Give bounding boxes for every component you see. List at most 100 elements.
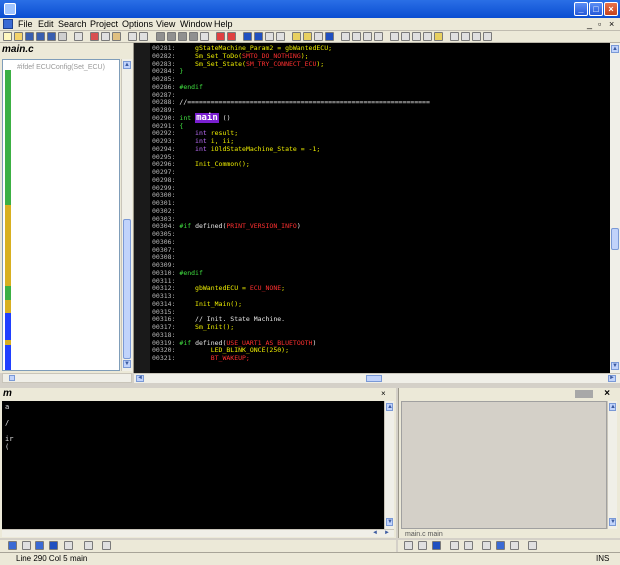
window-list-icon[interactable] bbox=[374, 32, 383, 41]
option-b-icon[interactable] bbox=[461, 32, 470, 41]
symbol-hscroll-thumb[interactable] bbox=[9, 375, 15, 381]
relation-lock-icon[interactable] bbox=[450, 541, 459, 550]
copy-icon[interactable] bbox=[101, 32, 110, 41]
browse-icon[interactable] bbox=[292, 32, 301, 41]
editor-scroll-left-icon[interactable]: ◄ bbox=[136, 375, 144, 382]
forward-arrow-icon[interactable] bbox=[254, 32, 263, 41]
menu-project[interactable]: Project bbox=[90, 18, 118, 31]
context-jump-icon[interactable] bbox=[35, 541, 44, 550]
symbol-window-icon[interactable] bbox=[401, 32, 410, 41]
menu-help[interactable]: Help bbox=[214, 18, 233, 31]
code-editor[interactable]: 00281: gStateMachine_Param2 = gbWantedEC… bbox=[134, 43, 610, 373]
menu-options[interactable]: Options bbox=[122, 18, 153, 31]
symbol-jump-icon[interactable] bbox=[227, 32, 236, 41]
relation-options-icon[interactable] bbox=[528, 541, 537, 550]
relation-pin-icon[interactable] bbox=[404, 541, 413, 550]
jump-icon[interactable] bbox=[216, 32, 225, 41]
mdi-minimize-button[interactable]: _ bbox=[587, 18, 592, 31]
maximize-button[interactable]: □ bbox=[589, 2, 603, 16]
relation-tree-icon[interactable] bbox=[464, 541, 473, 550]
reference-icon[interactable] bbox=[303, 32, 312, 41]
relation-icon[interactable] bbox=[314, 32, 323, 41]
symbol-list-scrollbar[interactable]: ▲ ▼ bbox=[121, 59, 132, 371]
prev-icon[interactable] bbox=[265, 32, 274, 41]
relation-jump-icon[interactable] bbox=[432, 541, 441, 550]
editor-hscrollbar[interactable]: ◄ ► bbox=[134, 373, 620, 383]
find-icon[interactable] bbox=[156, 32, 165, 41]
save-icon[interactable] bbox=[25, 32, 34, 41]
code-line[interactable]: 00321: BT_WAKEUP; bbox=[152, 354, 250, 362]
context-output[interactable]: a / ir( bbox=[2, 401, 384, 529]
help-icon[interactable] bbox=[434, 32, 443, 41]
find-next-icon[interactable] bbox=[167, 32, 176, 41]
project-window-icon[interactable] bbox=[390, 32, 399, 41]
scroll-down-arrow-icon[interactable]: ▼ bbox=[123, 360, 131, 368]
context-scroll-down-icon[interactable]: ▼ bbox=[386, 518, 393, 526]
symbol-list-hscroll[interactable] bbox=[2, 373, 132, 383]
relation-tab-label[interactable]: main.c main bbox=[405, 531, 443, 538]
back-arrow-icon[interactable] bbox=[243, 32, 252, 41]
context-vscrollbar[interactable]: ▲ ▼ bbox=[384, 401, 394, 529]
relation-window-icon[interactable] bbox=[423, 32, 432, 41]
window-cascade-icon[interactable] bbox=[363, 32, 372, 41]
menu-window[interactable]: Window bbox=[180, 18, 212, 31]
close-file-icon[interactable] bbox=[47, 32, 56, 41]
toggle-bookmark-icon[interactable] bbox=[200, 32, 209, 41]
window-tile-icon[interactable] bbox=[341, 32, 350, 41]
relation-list-icon[interactable] bbox=[482, 541, 491, 550]
context-scroll-right-icon[interactable]: ► bbox=[384, 530, 392, 537]
save-all-icon[interactable] bbox=[36, 32, 45, 41]
close-button[interactable]: × bbox=[604, 2, 618, 16]
relation-scroll-up-icon[interactable]: ▲ bbox=[609, 403, 616, 411]
editor-scroll-thumb[interactable] bbox=[611, 228, 619, 250]
option-a-icon[interactable] bbox=[450, 32, 459, 41]
context-sync-icon[interactable] bbox=[49, 541, 58, 550]
symbol-list-item[interactable]: #ifdef ECUConfig(Set_ECU) bbox=[17, 64, 105, 71]
cut-icon[interactable] bbox=[90, 32, 99, 41]
context-font-icon[interactable] bbox=[64, 541, 73, 550]
relation-copy-icon[interactable] bbox=[418, 541, 427, 550]
relation-scroll-down-icon[interactable]: ▼ bbox=[609, 518, 616, 526]
replace-icon[interactable] bbox=[189, 32, 198, 41]
print-setup-icon[interactable] bbox=[74, 32, 83, 41]
symbol-list-scroll-thumb[interactable] bbox=[123, 219, 131, 359]
editor-scroll-up-icon[interactable]: ▲ bbox=[611, 45, 619, 53]
context-copy-icon[interactable] bbox=[22, 541, 31, 550]
redo-icon[interactable] bbox=[139, 32, 148, 41]
editor-vscrollbar[interactable]: ▲ ▼ bbox=[610, 43, 620, 373]
option-d-icon[interactable] bbox=[483, 32, 492, 41]
context-panel-close-icon[interactable]: × bbox=[381, 390, 391, 398]
context-scroll-up-icon[interactable]: ▲ bbox=[386, 403, 393, 411]
context-lock-b-icon[interactable] bbox=[84, 541, 93, 550]
menu-view[interactable]: View bbox=[156, 18, 175, 31]
editor-scroll-right-icon[interactable]: ► bbox=[608, 375, 616, 382]
context-hscrollbar[interactable]: ◄ ► bbox=[2, 529, 394, 537]
relation-panel-close-icon[interactable]: × bbox=[604, 388, 610, 399]
menu-file[interactable]: File bbox=[18, 18, 33, 31]
option-c-icon[interactable] bbox=[472, 32, 481, 41]
symbol-tree-icon[interactable] bbox=[5, 367, 11, 370]
window-split-icon[interactable] bbox=[352, 32, 361, 41]
mdi-close-button[interactable]: × bbox=[609, 18, 614, 31]
context-scroll-left-icon[interactable]: ◄ bbox=[372, 530, 380, 537]
open-folder-icon[interactable] bbox=[14, 32, 23, 41]
symbol-list[interactable]: #ifdef ECUConfig(Set_ECU) bbox=[2, 59, 120, 371]
undo-icon[interactable] bbox=[128, 32, 137, 41]
relation-panel-button[interactable] bbox=[575, 390, 593, 398]
editor-scroll-down-icon[interactable]: ▼ bbox=[611, 362, 619, 370]
new-file-icon[interactable] bbox=[3, 32, 12, 41]
minimize-button[interactable]: _ bbox=[574, 2, 588, 16]
find-files-icon[interactable] bbox=[178, 32, 187, 41]
context-lock-icon[interactable] bbox=[8, 541, 17, 550]
scroll-up-arrow-icon[interactable]: ▲ bbox=[123, 61, 131, 69]
relation-vscrollbar[interactable]: ▲ ▼ bbox=[607, 401, 617, 529]
mdi-restore-button[interactable]: ▫ bbox=[598, 18, 601, 31]
menu-edit[interactable]: Edit bbox=[38, 18, 54, 31]
sync-icon[interactable] bbox=[325, 32, 334, 41]
relation-view[interactable] bbox=[401, 401, 607, 529]
code-line[interactable]: 00288: //===============================… bbox=[152, 98, 430, 106]
paste-icon[interactable] bbox=[112, 32, 121, 41]
context-options-icon[interactable] bbox=[102, 541, 111, 550]
menu-search[interactable]: Search bbox=[58, 18, 87, 31]
print-icon[interactable] bbox=[58, 32, 67, 41]
